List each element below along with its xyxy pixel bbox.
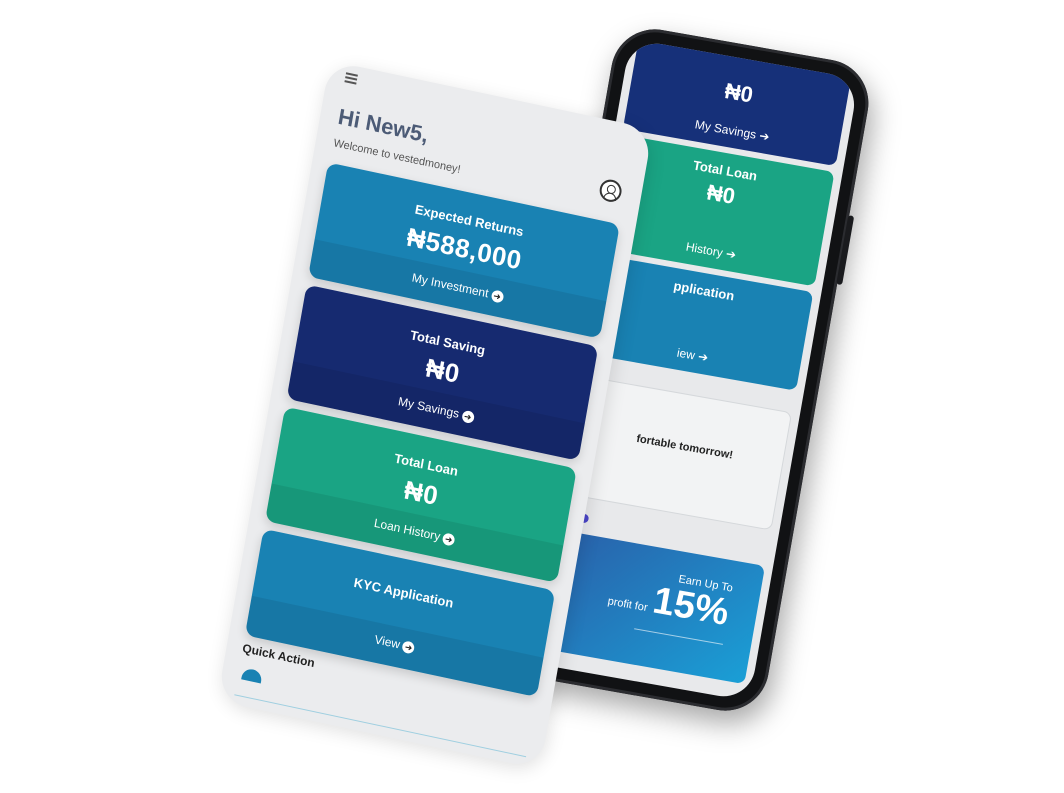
circle-arrow-right-icon: ➔: [758, 128, 771, 145]
circle-arrow-right-icon: ➜: [460, 409, 475, 424]
back-kyc-link[interactable]: iew ➔: [585, 330, 800, 381]
quick-action-divider: [234, 694, 527, 758]
back-notice-text: fortable tomorrow!: [635, 432, 734, 462]
circle-arrow-right-icon: ➔: [724, 246, 738, 263]
circle-arrow-right-icon: ➜: [401, 640, 416, 655]
promo-divider: [634, 628, 723, 645]
quick-action-icon[interactable]: [241, 667, 263, 684]
user-circle-icon[interactable]: [597, 177, 624, 204]
circle-arrow-right-icon: ➔: [696, 349, 710, 365]
promo-lead-text: profit for: [606, 595, 649, 615]
hamburger-menu-icon[interactable]: [344, 72, 358, 85]
circle-arrow-right-icon: ➜: [441, 532, 456, 547]
circle-arrow-right-icon: ➜: [490, 289, 504, 304]
